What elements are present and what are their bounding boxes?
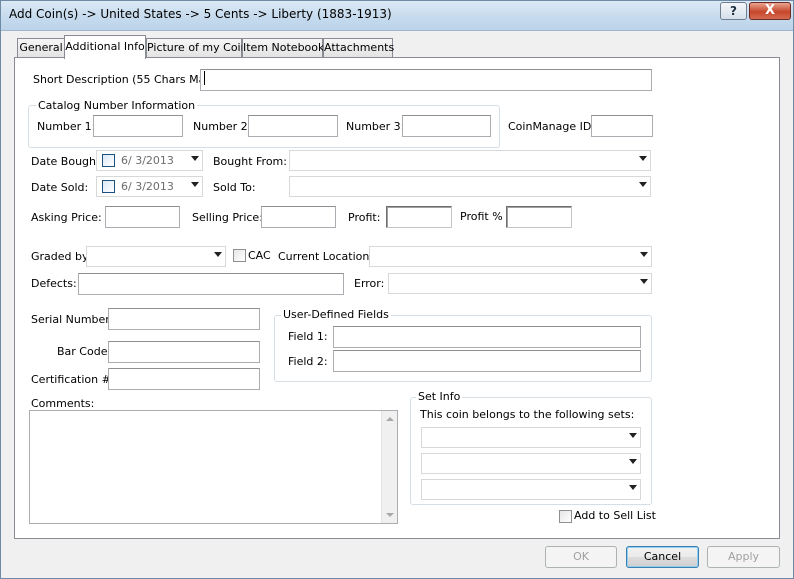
graded-by-label: Graded by: <box>31 250 92 263</box>
separator <box>28 302 652 303</box>
chevron-down-icon <box>640 279 648 284</box>
error-select[interactable] <box>388 273 652 294</box>
cac-label: CAC <box>248 249 271 262</box>
separator <box>28 237 652 238</box>
date-sold-label: Date Sold: <box>31 181 89 194</box>
comments-label: Comments: <box>31 397 95 410</box>
chevron-down-icon <box>629 433 637 438</box>
cac-checkbox[interactable] <box>233 249 246 262</box>
bar-code-label: Bar Code: <box>57 345 112 358</box>
certification-label: Certification #: <box>31 373 115 386</box>
bought-from-select[interactable] <box>289 150 651 171</box>
chevron-down-icon <box>640 252 648 257</box>
apply-button[interactable]: Apply <box>707 546 780 568</box>
field1-label: Field 1: <box>288 330 328 343</box>
bought-from-label: Bought From: <box>213 155 287 168</box>
tab-item-notebook[interactable]: Item Notebook <box>242 38 324 58</box>
current-location-label: Current Location: <box>278 250 374 263</box>
number3-label: Number 3: <box>346 120 405 133</box>
date-sold-value: 6/ 3/2013 <box>121 180 174 193</box>
chevron-down-icon <box>191 182 199 187</box>
date-sold-checkbox[interactable] <box>102 180 115 193</box>
serial-number-input[interactable] <box>108 308 260 330</box>
add-coin-dialog: Add Coin(s) -> United States -> 5 Cents … <box>0 0 794 579</box>
title-bar[interactable]: Add Coin(s) -> United States -> 5 Cents … <box>1 1 793 31</box>
date-bought-label: Date Bought: <box>31 155 105 168</box>
sold-to-label: Sold To: <box>213 181 256 194</box>
date-sold-picker[interactable]: 6/ 3/2013 <box>96 176 203 197</box>
bar-code-input[interactable] <box>108 341 260 363</box>
set-select-1[interactable] <box>421 427 641 448</box>
chevron-down-icon <box>191 156 199 161</box>
tab-picture-of-my-coin[interactable]: Picture of my Coin <box>146 38 248 58</box>
scroll-down-arrow-icon[interactable] <box>386 513 394 517</box>
tab-attachments[interactable]: Attachments <box>323 38 394 58</box>
close-button[interactable]: X <box>749 2 791 20</box>
profit-percent-field <box>506 206 572 228</box>
date-bought-value: 6/ 3/2013 <box>121 154 174 167</box>
tab-general[interactable]: General <box>17 38 65 58</box>
short-description-input[interactable] <box>200 69 652 91</box>
number2-input[interactable] <box>248 115 338 137</box>
profit-percent-label: Profit % <box>460 210 503 223</box>
window-title: Add Coin(s) -> United States -> 5 Cents … <box>9 7 392 21</box>
defects-input[interactable] <box>78 273 344 295</box>
field2-input[interactable] <box>333 350 641 372</box>
cancel-button[interactable]: Cancel <box>626 546 699 568</box>
field2-label: Field 2: <box>288 355 328 368</box>
scroll-up-arrow-icon[interactable] <box>386 417 394 421</box>
asking-price-label: Asking Price: <box>31 211 102 224</box>
chevron-down-icon <box>629 485 637 490</box>
short-description-label: Short Description (55 Chars Max) <box>33 73 217 86</box>
field1-input[interactable] <box>333 326 641 348</box>
chevron-down-icon <box>639 182 647 187</box>
certification-input[interactable] <box>108 368 260 390</box>
current-location-select[interactable] <box>369 246 652 267</box>
number1-input[interactable] <box>93 115 183 137</box>
coinmanage-id-label: CoinManage ID: <box>508 120 596 133</box>
sold-to-select[interactable] <box>289 176 651 197</box>
chevron-down-icon <box>214 252 222 257</box>
comments-scrollbar[interactable] <box>381 411 397 523</box>
ok-button[interactable]: OK <box>545 546 617 568</box>
chevron-down-icon <box>629 459 637 464</box>
tab-additional-info[interactable]: Additional Info <box>64 35 146 59</box>
user-defined-fields-legend: User-Defined Fields <box>281 308 391 321</box>
help-button[interactable]: ? <box>720 2 747 20</box>
number3-input[interactable] <box>402 115 491 137</box>
error-label: Error: <box>354 277 385 290</box>
chevron-down-icon <box>639 156 647 161</box>
coinmanage-id-input[interactable] <box>591 115 653 137</box>
add-to-sell-list-label: Add to Sell List <box>574 509 656 522</box>
serial-number-label: Serial Number: <box>31 313 114 326</box>
profit-label: Profit: <box>348 211 381 224</box>
set-info-description: This coin belongs to the following sets: <box>420 408 635 421</box>
text-caret <box>204 71 205 85</box>
catalog-number-legend: Catalog Number Information <box>36 99 198 112</box>
set-select-3[interactable] <box>421 479 641 500</box>
asking-price-input[interactable] <box>105 206 180 228</box>
date-bought-checkbox[interactable] <box>102 154 115 167</box>
defects-label: Defects: <box>31 277 77 290</box>
profit-field <box>386 206 452 228</box>
selling-price-input[interactable] <box>261 206 336 228</box>
number1-label: Number 1: <box>37 120 96 133</box>
comments-textarea[interactable] <box>29 410 398 524</box>
set-select-2[interactable] <box>421 453 641 474</box>
graded-by-select[interactable] <box>86 246 226 267</box>
number2-label: Number 2: <box>193 120 252 133</box>
selling-price-label: Selling Price: <box>192 211 263 224</box>
set-info-legend: Set Info <box>416 390 463 403</box>
add-to-sell-list-checkbox[interactable] <box>559 510 572 523</box>
date-bought-picker[interactable]: 6/ 3/2013 <box>96 150 203 171</box>
